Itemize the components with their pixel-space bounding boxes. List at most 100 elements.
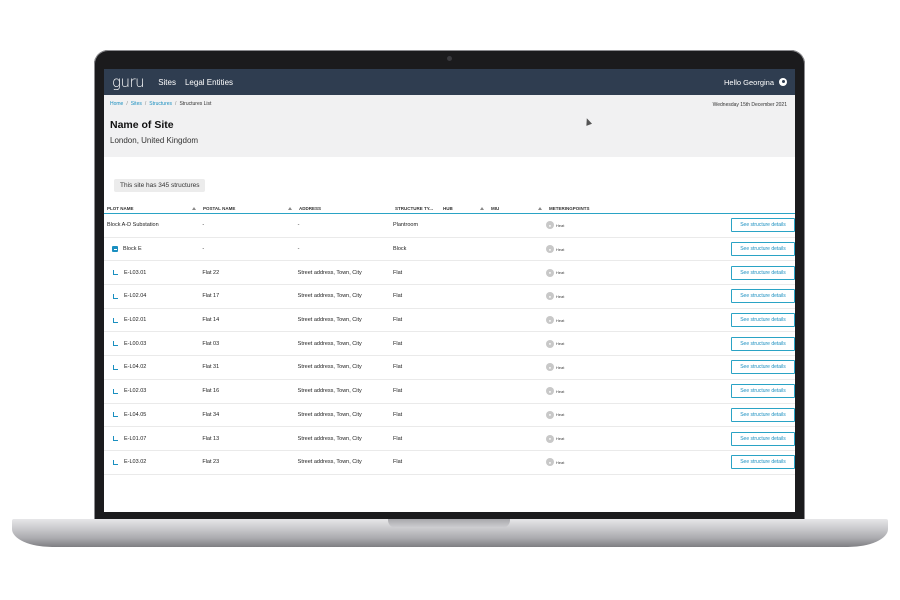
cell-actions: See structure details [672, 218, 795, 233]
column-header-plot-name[interactable]: PLOT NAME [104, 206, 200, 211]
child-structure-icon [113, 317, 118, 323]
cell-plot-name: E-L01.07 [104, 436, 199, 442]
cell-meteringpoints: ● Heat [543, 339, 672, 348]
guru-logo[interactable]: guru [112, 73, 145, 91]
see-structure-details-button[interactable]: See structure details [731, 313, 795, 328]
cell-plot-name: E-L04.05 [104, 412, 199, 418]
column-header-label: MIU [491, 205, 500, 211]
sort-arrow-icon[interactable] [288, 206, 292, 210]
user-account-icon[interactable] [779, 78, 787, 86]
cell-address: Street address, Town, City [295, 436, 390, 442]
cell-meteringpoints: ● Heat [543, 410, 672, 419]
see-structure-details-button[interactable]: See structure details [731, 407, 795, 422]
heat-meter-icon: ● [545, 363, 554, 372]
plot-name-text: Block E [123, 246, 142, 253]
structure-count-badge: This site has 345 structures [114, 179, 206, 192]
table-row: E-L01.07 Flat 13 Street address, Town, Cit… [104, 427, 795, 451]
breadcrumb-current: Structures List [179, 101, 212, 107]
address-text: Street address, Town, City [297, 293, 362, 300]
cell-structure-type: Flat [390, 293, 438, 299]
cell-address: - [295, 222, 390, 228]
see-structure-details-button[interactable]: See structure details [731, 384, 795, 399]
cell-meteringpoints: ● Heat [543, 316, 672, 325]
nav-link-legal-entities[interactable]: Legal Entities [185, 78, 233, 87]
address-text: Street address, Town, City [297, 340, 362, 347]
breadcrumb-separator: / [126, 101, 128, 107]
child-structure-icon [113, 388, 118, 394]
child-structure-icon [113, 436, 118, 442]
address-text: Street address, Town, City [297, 317, 362, 324]
cell-actions: See structure details [672, 265, 795, 280]
see-structure-details-button[interactable]: See structure details [731, 360, 795, 375]
postal-name-text: Flat 16 [202, 388, 220, 395]
meter-type-label: Heat [555, 341, 565, 347]
column-header-structure-type[interactable]: STRUCTURE TY... [392, 206, 440, 211]
see-structure-details-button[interactable]: See structure details [731, 218, 795, 233]
cell-meteringpoints: ● Heat [543, 458, 672, 467]
cell-actions: See structure details [672, 431, 795, 446]
cell-address: Street address, Town, City [295, 317, 390, 323]
cell-structure-type: Flat [390, 341, 438, 347]
cell-structure-type: Flat [390, 388, 438, 394]
breadcrumb-structures[interactable]: Structures [149, 101, 172, 107]
laptop-base-notch [388, 519, 510, 528]
collapse-toggle-icon[interactable] [112, 246, 118, 253]
table-row: E-L03.01 Flat 22 Street address, Town, Cit… [104, 261, 795, 286]
column-header-miu[interactable]: MIU [488, 206, 546, 211]
breadcrumb-separator: / [175, 101, 177, 107]
cell-address: Street address, Town, City [295, 270, 390, 276]
column-header-address[interactable]: ADDRESS [296, 206, 392, 211]
postal-name-text: Flat 22 [202, 269, 220, 276]
column-header-label: STRUCTURE TY... [395, 205, 434, 211]
structure-type-text: Flat [392, 364, 403, 371]
nav-link-sites[interactable]: Sites [158, 78, 176, 87]
heat-meter-icon: ● [545, 339, 554, 348]
heat-meter-icon: ● [545, 316, 554, 325]
address-text: Street address, Town, City [297, 388, 362, 395]
structure-type-text: Flat [392, 411, 403, 418]
breadcrumb: Home / Sites / Structures / Structures L… [110, 101, 789, 107]
cell-postal-name: - [199, 246, 294, 252]
meter-type-label: Heat [555, 246, 565, 252]
sort-arrow-icon[interactable] [192, 206, 196, 210]
column-header-label: ADDRESS [299, 205, 322, 211]
address-text: - [297, 246, 300, 253]
column-header-hub[interactable]: HUB [440, 206, 488, 211]
column-header-label: METERINGPOINTS [549, 205, 590, 211]
postal-name-text: Flat 13 [202, 435, 220, 442]
cell-actions: See structure details [672, 313, 795, 328]
structure-type-text: Flat [392, 388, 403, 395]
cell-postal-name: Flat 14 [199, 317, 294, 323]
child-structure-icon [113, 270, 118, 276]
see-structure-details-button[interactable]: See structure details [731, 265, 795, 280]
cell-actions: See structure details [672, 407, 795, 422]
table-row: E-L02.03 Flat 16 Street address, Town, Cit… [104, 380, 795, 404]
sort-arrow-icon[interactable] [480, 206, 484, 210]
cell-plot-name: Block A-D Substation [104, 222, 199, 228]
cell-address: Street address, Town, City [295, 364, 390, 370]
breadcrumb-sites[interactable]: Sites [131, 101, 142, 107]
cell-structure-type: Plantroom [390, 222, 438, 228]
see-structure-details-button[interactable]: See structure details [731, 336, 795, 351]
postal-name-text: Flat 31 [202, 364, 220, 371]
cell-plot-name: E-L03.01 [104, 270, 199, 276]
structure-type-text: Plantroom [392, 222, 419, 229]
postal-name-text: Flat 34 [202, 411, 220, 418]
see-structure-details-button[interactable]: See structure details [731, 455, 795, 470]
see-structure-details-button[interactable]: See structure details [731, 242, 795, 257]
column-header-postal-name[interactable]: POSTAL NAME [200, 206, 296, 211]
laptop-frame: guru Sites Legal Entities Hello Georgina… [94, 50, 805, 522]
breadcrumb-separator: / [144, 101, 147, 107]
plot-name-text: E-L02.04 [124, 293, 147, 300]
cell-actions: See structure details [672, 360, 795, 375]
sort-arrow-icon[interactable] [538, 206, 542, 210]
table-row: E-L02.04 Flat 17 Street address, Town, Cit… [104, 285, 795, 309]
see-structure-details-button[interactable]: See structure details [731, 289, 795, 304]
cell-postal-name: Flat 17 [199, 293, 294, 299]
table-row: E-L00.03 Flat 03 Street address, Town, Cit… [104, 332, 795, 357]
column-header-meteringpoints[interactable]: METERINGPOINTS [546, 206, 676, 211]
breadcrumb-home[interactable]: Home [110, 101, 123, 107]
plot-name-text: E-L02.03 [124, 388, 147, 395]
see-structure-details-button[interactable]: See structure details [731, 431, 795, 446]
heat-meter-icon: ● [545, 434, 554, 443]
